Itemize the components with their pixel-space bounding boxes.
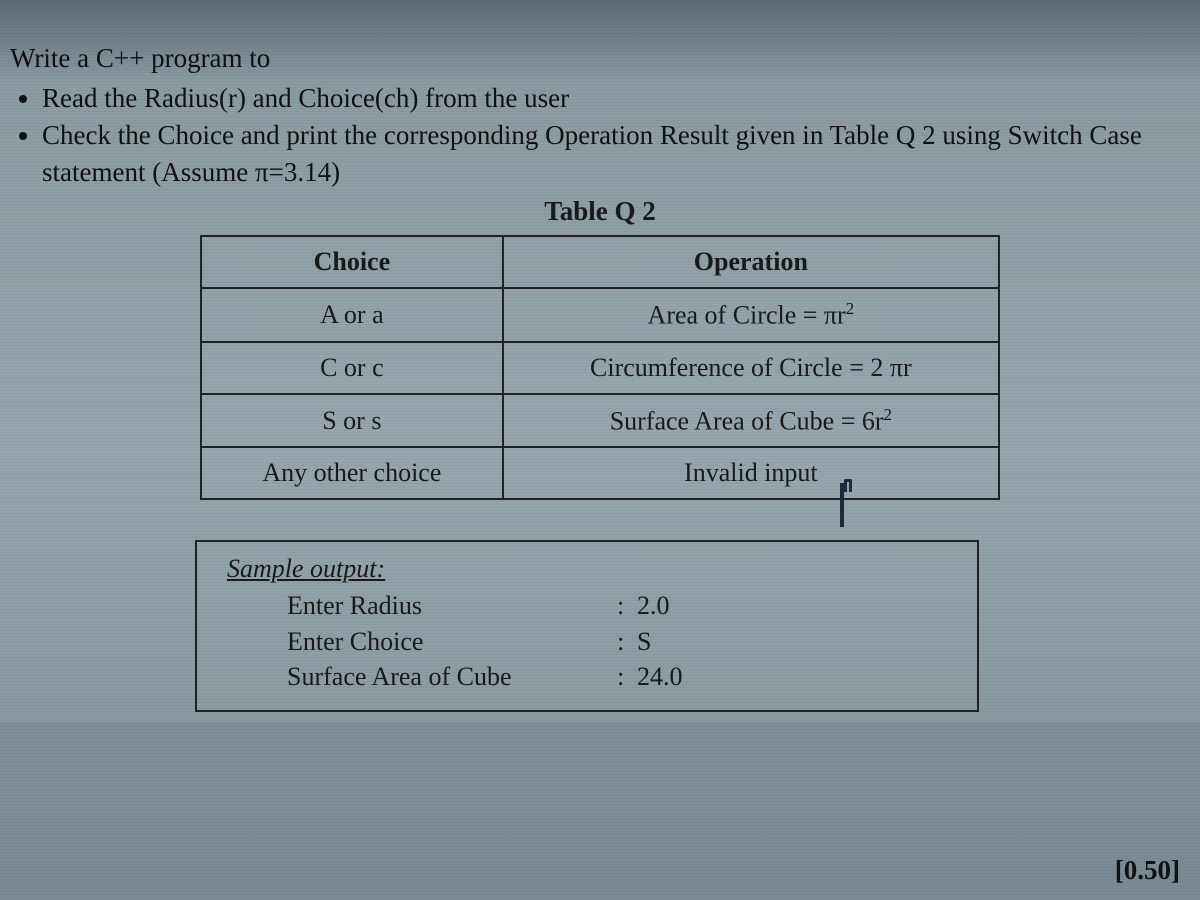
table-header-choice: Choice [201,236,503,288]
table-title: Table Q 2 [10,196,1190,227]
question-marks: [0.50] [1115,855,1180,886]
table-cell-choice: S or s [201,394,503,448]
intro-bullet-2: Check the Choice and print the correspon… [42,117,1190,190]
table-cell-choice: C or c [201,342,503,394]
sample-colon: : [617,624,637,659]
sample-label: Surface Area of Cube [287,659,617,694]
sample-label: Enter Choice [287,624,617,659]
table-row: A or aArea of Circle = πr2 [201,288,999,342]
sample-colon: : [617,659,637,694]
sample-value: 24.0 [637,659,683,694]
sample-output-box: Sample output: Enter Radius: 2.0Enter Ch… [195,540,979,711]
table-row: Any other choiceInvalid input [201,447,999,499]
intro-line: Write a C++ program to [10,40,1190,78]
table-cell-choice: A or a [201,288,503,342]
sample-label: Enter Radius [287,588,617,623]
table-cell-choice: Any other choice [201,447,503,499]
sample-row: Enter Choice: S [227,624,947,659]
operation-table: Choice Operation A or aArea of Circle = … [200,235,1000,500]
sample-value: 2.0 [637,588,670,623]
table-header-operation: Operation [503,236,999,288]
sample-value: S [637,624,651,659]
table-cell-operation: Invalid input [503,447,999,499]
sample-row: Enter Radius: 2.0 [227,588,947,623]
sample-title: Sample output: [227,554,947,584]
table-cell-operation: Surface Area of Cube = 6r2 [503,394,999,448]
table-row: S or sSurface Area of Cube = 6r2 [201,394,999,448]
table-cell-operation: Circumference of Circle = 2 πr [503,342,999,394]
sample-row: Surface Area of Cube: 24.0 [227,659,947,694]
intro-bullet-1: Read the Radius(r) and Choice(ch) from t… [42,80,1190,116]
table-row: C or cCircumference of Circle = 2 πr [201,342,999,394]
table-cell-operation: Area of Circle = πr2 [503,288,999,342]
sample-colon: : [617,588,637,623]
